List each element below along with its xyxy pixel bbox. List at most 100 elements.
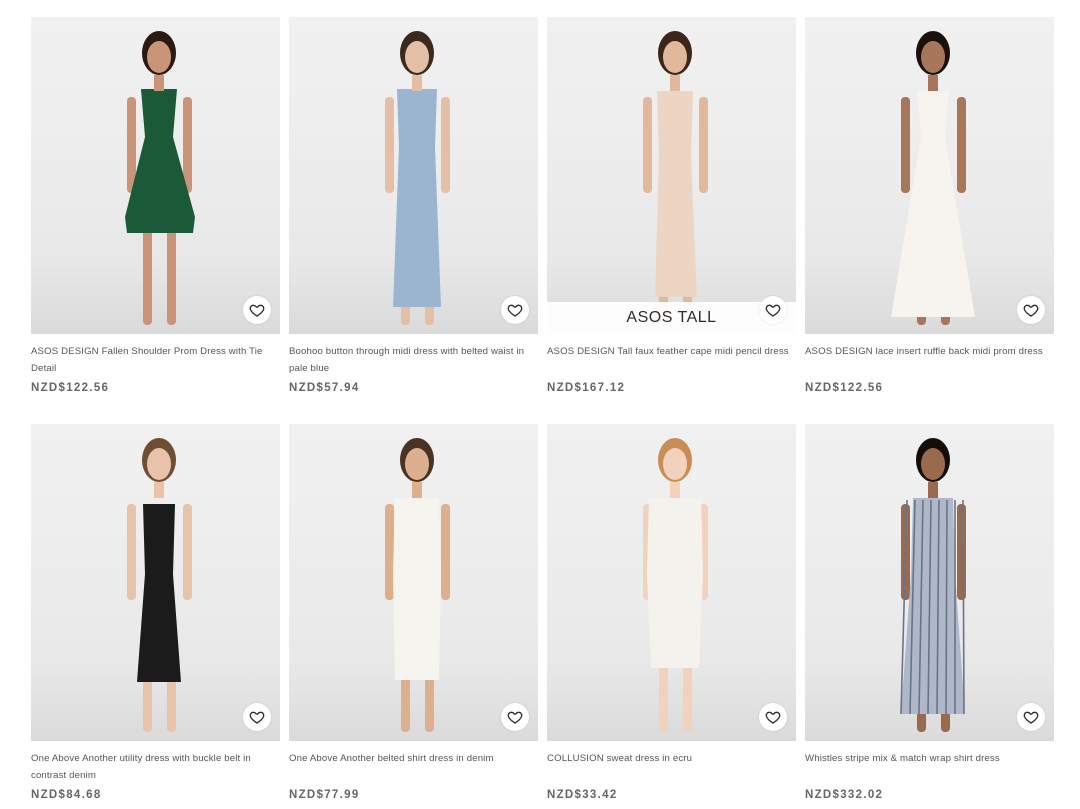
product-title[interactable]: Boohoo button through midi dress with be…: [289, 343, 538, 377]
model-arm: [385, 504, 394, 600]
product-price: NZD$332.02: [805, 789, 884, 801]
save-for-later-button[interactable]: [243, 703, 271, 731]
heart-icon: [1023, 304, 1039, 317]
model-arm: [441, 504, 450, 600]
model-head: [405, 448, 429, 480]
dress-shape: [393, 89, 441, 307]
heart-icon: [765, 711, 781, 724]
model-photo: [127, 438, 192, 732]
model-photo: [643, 31, 708, 325]
product-title[interactable]: ASOS DESIGN lace insert ruffle back midi…: [805, 343, 1054, 377]
product-title[interactable]: Whistles stripe mix & match wrap shirt d…: [805, 750, 1054, 784]
model-head: [921, 41, 945, 73]
model-figure: [643, 31, 708, 325]
model-figure: [900, 438, 966, 732]
product-card[interactable]: ASOS DESIGN Fallen Shoulder Prom Dress w…: [31, 17, 280, 394]
model-neck: [154, 75, 164, 91]
model-leg: [143, 217, 152, 325]
model-neck: [154, 482, 164, 498]
product-image[interactable]: [31, 424, 280, 741]
model-figure: [125, 31, 195, 325]
model-photo: [125, 31, 195, 325]
product-price: NZD$167.12: [547, 382, 626, 394]
model-head: [147, 41, 171, 73]
product-price: NZD$57.94: [289, 382, 360, 394]
save-for-later-button[interactable]: [1017, 703, 1045, 731]
model-neck: [928, 482, 938, 498]
model-figure: [385, 438, 450, 732]
model-figure: [385, 31, 450, 325]
save-for-later-button[interactable]: [759, 703, 787, 731]
model-arm: [957, 97, 966, 193]
dress-shape: [393, 498, 441, 680]
product-card[interactable]: Whistles stripe mix & match wrap shirt d…: [805, 424, 1054, 801]
product-title[interactable]: COLLUSION sweat dress in ecru: [547, 750, 796, 784]
heart-icon: [249, 304, 265, 317]
heart-icon: [1023, 711, 1039, 724]
model-arm: [441, 97, 450, 193]
product-price: NZD$33.42: [547, 789, 618, 801]
model-head: [663, 41, 687, 73]
dress-stripe: [962, 499, 965, 715]
product-price: NZD$122.56: [805, 382, 884, 394]
model-arm: [901, 97, 910, 193]
model-photo: [900, 438, 966, 732]
product-card[interactable]: One Above Another belted shirt dress in …: [289, 424, 538, 801]
model-arm: [699, 97, 708, 193]
dress-shape: [647, 498, 703, 668]
save-for-later-button[interactable]: [759, 296, 787, 324]
heart-icon: [507, 304, 523, 317]
model-head: [405, 41, 429, 73]
save-for-later-button[interactable]: [243, 296, 271, 324]
product-price: NZD$77.99: [289, 789, 360, 801]
model-photo: [643, 438, 708, 732]
dress-shape: [137, 504, 181, 682]
product-image[interactable]: [805, 17, 1054, 334]
product-image[interactable]: [289, 17, 538, 334]
product-price: NZD$122.56: [31, 382, 110, 394]
model-photo: [385, 438, 450, 732]
product-title[interactable]: One Above Another belted shirt dress in …: [289, 750, 538, 784]
save-for-later-button[interactable]: [1017, 296, 1045, 324]
product-title[interactable]: ASOS DESIGN Tall faux feather cape midi …: [547, 343, 796, 377]
model-photo: [891, 31, 975, 325]
product-image[interactable]: ASOS TALL: [547, 17, 796, 334]
product-image[interactable]: [547, 424, 796, 741]
product-image[interactable]: [289, 424, 538, 741]
model-neck: [412, 75, 422, 91]
product-title[interactable]: One Above Another utility dress with buc…: [31, 750, 280, 784]
product-card[interactable]: COLLUSION sweat dress in ecru NZD$33.42: [547, 424, 796, 801]
model-photo: [385, 31, 450, 325]
model-head: [663, 448, 687, 480]
heart-icon: [249, 711, 265, 724]
model-head: [147, 448, 171, 480]
product-title[interactable]: ASOS DESIGN Fallen Shoulder Prom Dress w…: [31, 343, 280, 377]
product-card[interactable]: ASOS DESIGN lace insert ruffle back midi…: [805, 17, 1054, 394]
model-neck: [412, 482, 422, 498]
model-figure: [643, 438, 708, 732]
product-price: NZD$84.68: [31, 789, 102, 801]
product-card[interactable]: Boohoo button through midi dress with be…: [289, 17, 538, 394]
dress-shape: [655, 91, 697, 297]
save-for-later-button[interactable]: [501, 703, 529, 731]
heart-icon: [507, 711, 523, 724]
model-head: [921, 448, 945, 480]
model-figure: [127, 438, 192, 732]
model-arm: [957, 504, 966, 600]
model-neck: [928, 75, 938, 91]
model-arm: [183, 504, 192, 600]
save-for-later-button[interactable]: [501, 296, 529, 324]
model-arm: [385, 97, 394, 193]
model-arm: [643, 97, 652, 193]
model-arm: [127, 504, 136, 600]
model-figure: [891, 31, 975, 325]
product-card[interactable]: ASOS TALL ASOS DESIGN Tall faux feather …: [547, 17, 796, 394]
model-neck: [670, 482, 680, 498]
dress-stripe: [945, 499, 948, 715]
model-neck: [670, 75, 680, 91]
product-image[interactable]: [805, 424, 1054, 741]
model-leg: [167, 217, 176, 325]
heart-icon: [765, 304, 781, 317]
product-card[interactable]: One Above Another utility dress with buc…: [31, 424, 280, 801]
product-image[interactable]: [31, 17, 280, 334]
